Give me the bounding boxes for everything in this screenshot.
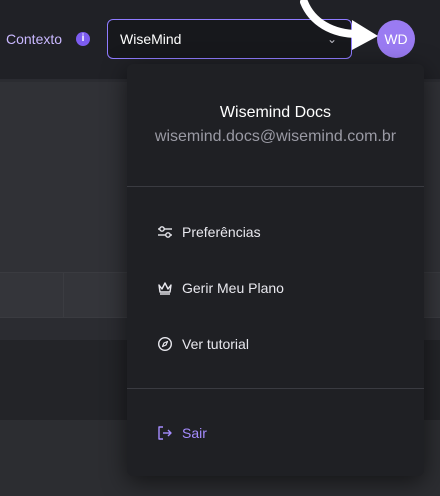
user-email: wisemind.docs@wisemind.com.br	[154, 128, 397, 145]
menu-item-label: Ver tutorial	[182, 336, 249, 352]
context-label: Contexto	[6, 31, 63, 47]
logout-label: Sair	[182, 425, 207, 441]
context-select-value: WiseMind	[120, 31, 182, 47]
menu-divider	[127, 388, 424, 389]
sliders-icon	[158, 226, 172, 238]
menu-item-gerir-plano[interactable]: Gerir Meu Plano	[157, 276, 284, 300]
menu-item-ver-tutorial[interactable]: Ver tutorial	[157, 332, 249, 356]
user-avatar[interactable]: WD	[377, 20, 415, 58]
crown-icon	[158, 282, 172, 295]
background-cell	[0, 273, 64, 317]
menu-item-label: Preferências	[182, 224, 261, 240]
compass-icon	[157, 336, 173, 352]
logout-button[interactable]: Sair	[157, 421, 207, 445]
logout-icon	[158, 426, 172, 440]
menu-divider	[127, 186, 424, 187]
info-icon[interactable]: i	[76, 32, 90, 46]
menu-item-preferencias[interactable]: Preferências	[157, 220, 261, 244]
user-name: Wisemind Docs	[219, 104, 332, 121]
user-menu: Wisemind Docs wisemind.docs@wisemind.com…	[127, 64, 424, 476]
menu-item-label: Gerir Meu Plano	[182, 280, 284, 296]
pointer-arrow-icon	[300, 0, 378, 50]
